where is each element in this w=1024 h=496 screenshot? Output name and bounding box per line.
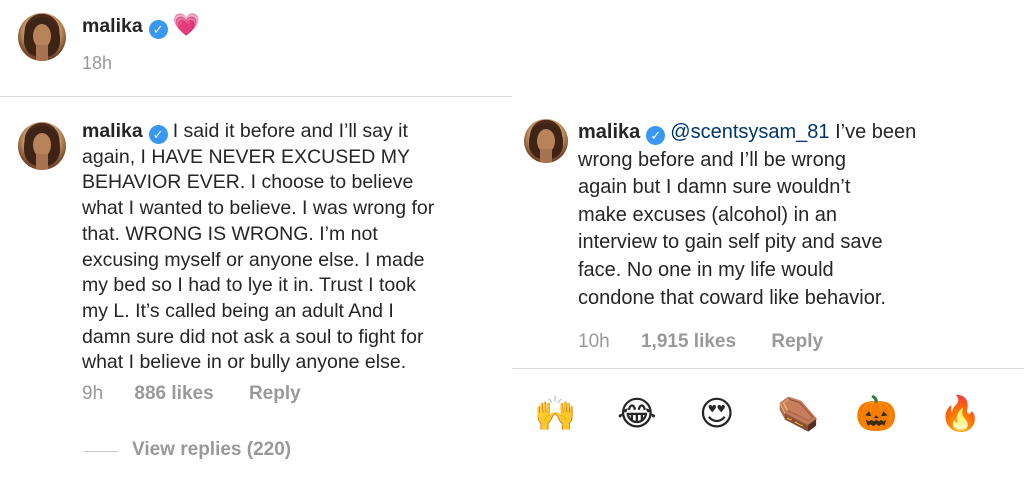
coffin-emoji[interactable]: ⚰️ xyxy=(777,392,819,436)
username[interactable]: malika xyxy=(82,15,143,37)
top-post: malika ✓ 💗 18h xyxy=(0,0,512,96)
tears-of-joy-emoji[interactable]: 😂 xyxy=(617,392,657,436)
comment-line: face. No one in my life would xyxy=(578,258,834,281)
heart-emoji: 💗 xyxy=(172,12,201,37)
comment-time: 9h xyxy=(82,383,104,404)
right-comment: malika ✓ @scentsysam_81 I’ve been wrong be… xyxy=(512,97,1024,367)
emoji-quick-reactions: 🙌 😂 😍 ⚰️ 🎃 🔥 xyxy=(512,388,1024,444)
view-replies-line xyxy=(84,451,118,452)
heart-eyes-emoji[interactable]: 😍 xyxy=(699,392,734,436)
username[interactable]: malika xyxy=(82,120,143,142)
comment-time: 10h xyxy=(578,331,610,352)
comment-line: what I wanted to believe. I was wrong fo… xyxy=(82,197,435,220)
comment-line: again, I HAVE NEVER EXCUSED MY xyxy=(82,145,410,168)
fire-emoji[interactable]: 🔥 xyxy=(939,392,981,436)
reply-button[interactable]: Reply xyxy=(771,331,823,353)
jack-o-lantern-emoji[interactable]: 🎃 xyxy=(855,392,897,436)
avatar[interactable] xyxy=(18,13,66,61)
left-comment: malika ✓ I said it before and I’ll say it … xyxy=(0,97,512,496)
comment-line: what I believe in or bully anyone else. xyxy=(82,351,407,374)
verified-badge-icon: ✓ xyxy=(148,125,168,144)
comment-meta: 9h 886 likes Reply xyxy=(82,383,301,405)
comment-line: I’ve been xyxy=(835,121,917,143)
mention-link[interactable]: @scentsysam_81 xyxy=(670,121,829,143)
verified-badge-icon: ✓ xyxy=(646,126,666,145)
avatar[interactable] xyxy=(18,122,66,170)
raising-hands-emoji[interactable]: 🙌 xyxy=(534,392,576,436)
likes-count[interactable]: 1,915 likes xyxy=(641,331,736,353)
username[interactable]: malika xyxy=(578,121,640,143)
comment-line: I said it before and I’ll say it xyxy=(172,120,408,142)
comment-line: my L. It’s called being an adult And I xyxy=(82,299,394,322)
comment-line: my bed so I had to lye it in. Trust I to… xyxy=(82,274,416,297)
post-header: malika ✓ 💗 xyxy=(82,12,200,40)
comment-body: malika ✓ @scentsysam_81 I’ve been wrong be… xyxy=(578,119,1018,312)
post-time: 18h xyxy=(82,53,113,73)
comment-line: damn sure did not ask a soul to fight fo… xyxy=(82,325,424,348)
comment-line: excusing myself or anyone else. I made xyxy=(82,248,425,271)
comment-body: malika ✓ I said it before and I’ll say it … xyxy=(82,119,507,376)
comment-line: make excuses (alcohol) in an xyxy=(578,203,838,226)
comment-line: interview to gain self pity and save xyxy=(578,231,883,254)
avatar[interactable] xyxy=(524,119,568,163)
reply-button[interactable]: Reply xyxy=(249,383,301,405)
comment-meta: 10h 1,915 likes Reply xyxy=(578,331,823,353)
comment-line: that. WRONG IS WRONG. I’m not xyxy=(82,222,378,245)
view-replies-button[interactable]: View replies (220) xyxy=(132,439,291,461)
emoji-bar-divider xyxy=(512,368,1024,369)
comment-line: condone that coward like behavior. xyxy=(578,286,886,309)
comment-line: BEHAVIOR EVER. I choose to believe xyxy=(82,171,414,194)
verified-badge-icon: ✓ xyxy=(148,20,168,39)
likes-count[interactable]: 886 likes xyxy=(134,383,213,405)
comment-line: again but I damn sure wouldn’t xyxy=(578,176,851,199)
comment-line: wrong before and I’ll be wrong xyxy=(578,148,846,171)
